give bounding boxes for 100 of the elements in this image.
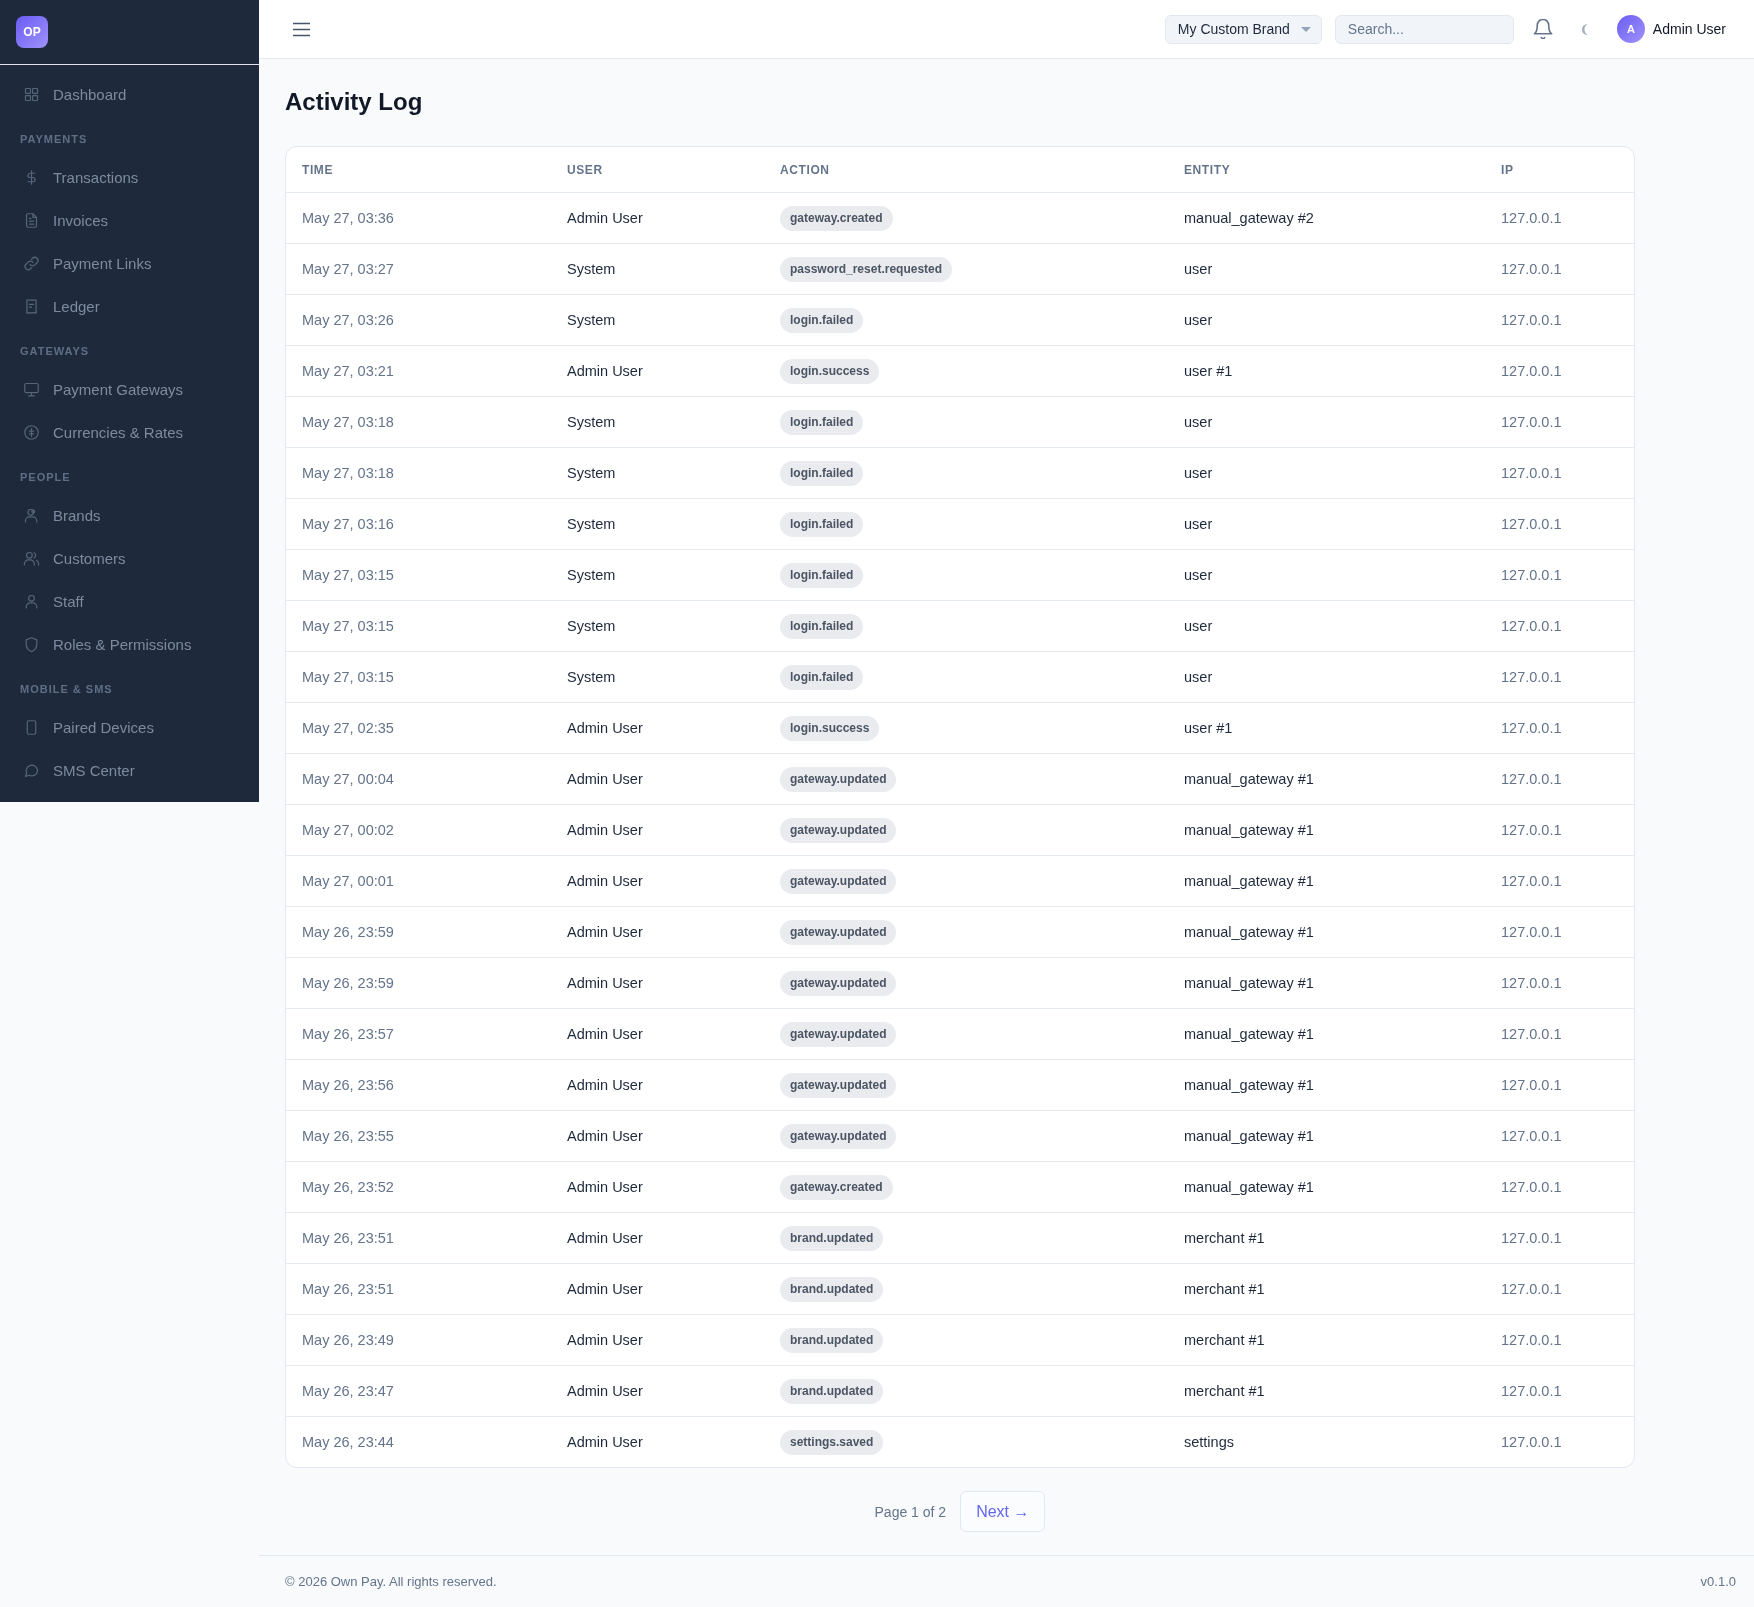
search-field[interactable]: Search...: [1334, 14, 1514, 44]
action-badge: password_reset.requested: [780, 256, 953, 282]
action-badge: login.failed: [780, 613, 864, 639]
action-badge: brand.updated: [780, 1276, 884, 1302]
action-badge: gateway.created: [780, 1174, 893, 1200]
nav-item[interactable]: Brands: [0, 494, 259, 537]
user-name: System: [567, 618, 616, 634]
user-name: Admin User: [567, 822, 643, 838]
timestamp: May 26, 23:51: [302, 1281, 394, 1297]
timestamp: May 26, 23:44: [302, 1434, 394, 1450]
timestamp: May 27, 03:27: [302, 261, 394, 277]
action-badge: gateway.created: [780, 205, 893, 231]
entity-name: manual_gateway #1: [1184, 924, 1314, 940]
column-header: ENTITY: [1184, 162, 1231, 177]
entity-name: manual_gateway #1: [1184, 1179, 1314, 1195]
user-name: Admin User: [567, 873, 643, 889]
entity-name: manual_gateway #1: [1184, 1128, 1314, 1144]
next-button[interactable]: Next →: [960, 1491, 1046, 1532]
user-name: Admin User: [567, 210, 643, 226]
ip-address: 127.0.0.1: [1501, 210, 1562, 226]
nav-item[interactable]: Customers: [0, 537, 259, 580]
entity-name: user: [1184, 414, 1213, 430]
timestamp: May 27, 02:35: [302, 720, 394, 736]
version-label: v0.1.0: [1700, 1574, 1736, 1589]
user-name: System: [567, 567, 616, 583]
ip-address: 127.0.0.1: [1501, 1179, 1562, 1195]
timestamp: May 27, 03:36: [302, 210, 394, 226]
copyright-text: © 2026 Own Pay. All rights reserved.: [285, 1574, 497, 1589]
timestamp: May 26, 23:51: [302, 1230, 394, 1246]
user-name: Admin User: [567, 924, 643, 940]
entity-name: user: [1184, 567, 1213, 583]
timestamp: May 26, 23:47: [302, 1383, 394, 1399]
action-badge: login.failed: [780, 511, 864, 537]
entity-name: manual_gateway #1: [1184, 975, 1314, 991]
bell-icon[interactable]: [1532, 19, 1553, 39]
user-name[interactable]: Admin User: [1652, 21, 1726, 37]
entity-name: user: [1184, 618, 1213, 634]
entity-name: user: [1184, 516, 1213, 532]
nav-item[interactable]: Invoices: [0, 199, 259, 242]
user-name: System: [567, 516, 616, 532]
action-badge: gateway.updated: [780, 1123, 897, 1149]
user-name: System: [567, 414, 616, 430]
ip-address: 127.0.0.1: [1501, 669, 1562, 685]
timestamp: May 26, 23:52: [302, 1179, 394, 1195]
ip-address: 127.0.0.1: [1501, 1383, 1562, 1399]
nav-item[interactable]: Paired Devices: [0, 706, 259, 749]
user-name: Admin User: [567, 771, 643, 787]
timestamp: May 26, 23:55: [302, 1128, 394, 1144]
nav-item[interactable]: SMS Center: [0, 749, 259, 792]
person-icon: [23, 507, 40, 524]
brand-dropdown[interactable]: My Custom Brand: [1164, 14, 1322, 44]
nav-section-heading: GATEWAYS: [19, 344, 91, 359]
entity-name: manual_gateway #1: [1184, 822, 1314, 838]
link-icon: [23, 255, 40, 272]
entity-name: manual_gateway #1: [1184, 771, 1314, 787]
user-name: System: [567, 669, 616, 685]
nav-item[interactable]: Payment Gateways: [0, 368, 259, 411]
ip-address: 127.0.0.1: [1501, 465, 1562, 481]
timestamp: May 26, 23:59: [302, 975, 394, 991]
ip-address: 127.0.0.1: [1501, 1128, 1562, 1144]
nav-item[interactable]: Currencies & Rates: [0, 411, 259, 454]
menu-icon: [293, 21, 310, 37]
person-icon: [23, 593, 40, 610]
user-name: Admin User: [567, 1281, 643, 1297]
timestamp: May 27, 00:01: [302, 873, 394, 889]
nav-item[interactable]: Staff: [0, 580, 259, 623]
user-name: System: [567, 312, 616, 328]
action-badge: login.success: [780, 715, 880, 741]
nav-section-heading: PAYMENTS: [19, 132, 89, 147]
nav-item[interactable]: Ledger: [0, 285, 259, 328]
entity-name: manual_gateway #1: [1184, 873, 1314, 889]
action-badge: login.failed: [780, 409, 864, 435]
entity-name: merchant #1: [1184, 1230, 1265, 1246]
nav-item[interactable]: Dashboard: [0, 73, 259, 116]
action-badge: login.failed: [780, 664, 864, 690]
action-badge: gateway.updated: [780, 970, 897, 996]
action-badge: login.success: [780, 358, 880, 384]
user-avatar[interactable]: A: [1616, 15, 1645, 43]
ip-address: 127.0.0.1: [1501, 567, 1562, 583]
action-badge: brand.updated: [780, 1225, 884, 1251]
nav-item[interactable]: Transactions: [0, 156, 259, 199]
grid-icon: [23, 86, 40, 103]
nav-item[interactable]: Roles & Permissions: [0, 623, 259, 666]
action-badge: login.failed: [780, 307, 864, 333]
ip-address: 127.0.0.1: [1501, 1077, 1562, 1093]
ip-address: 127.0.0.1: [1501, 1230, 1562, 1246]
timestamp: May 27, 03:16: [302, 516, 394, 532]
action-badge: brand.updated: [780, 1327, 884, 1353]
ip-address: 127.0.0.1: [1501, 312, 1562, 328]
user-name: Admin User: [567, 1077, 643, 1093]
nav-item[interactable]: Payment Links: [0, 242, 259, 285]
ip-address: 127.0.0.1: [1501, 516, 1562, 532]
timestamp: May 27, 03:18: [302, 465, 394, 481]
document-icon: [23, 212, 40, 229]
entity-name: user #1: [1184, 363, 1233, 379]
timestamp: May 26, 23:56: [302, 1077, 394, 1093]
entity-name: merchant #1: [1184, 1383, 1265, 1399]
entity-name: merchant #1: [1184, 1332, 1265, 1348]
ip-address: 127.0.0.1: [1501, 822, 1562, 838]
action-badge: brand.updated: [780, 1378, 884, 1404]
